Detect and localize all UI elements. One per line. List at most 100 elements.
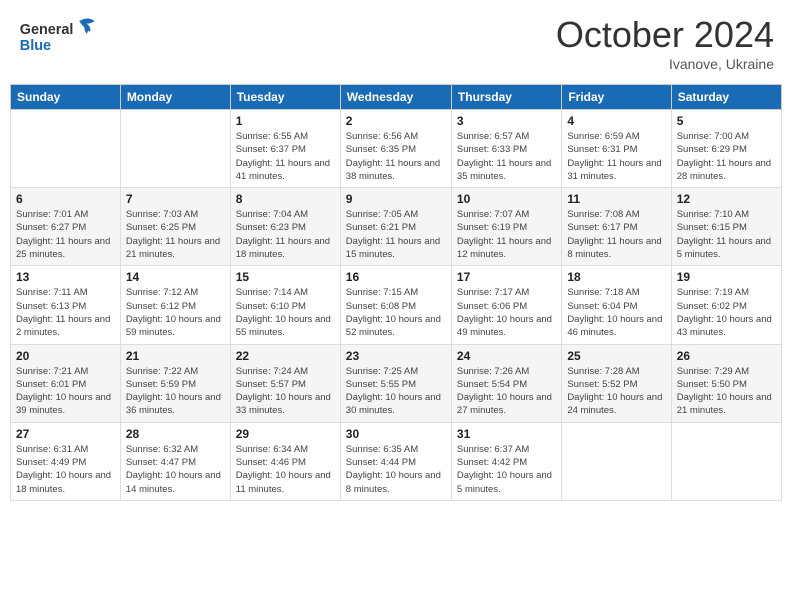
day-info: Sunrise: 6:31 AM Sunset: 4:49 PM Dayligh… — [16, 443, 115, 496]
day-number: 27 — [16, 427, 115, 441]
weekday-tuesday: Tuesday — [230, 85, 340, 110]
day-cell: 2Sunrise: 6:56 AM Sunset: 6:35 PM Daylig… — [340, 110, 451, 188]
day-info: Sunrise: 7:19 AM Sunset: 6:02 PM Dayligh… — [677, 286, 776, 339]
day-info: Sunrise: 7:11 AM Sunset: 6:13 PM Dayligh… — [16, 286, 115, 339]
day-info: Sunrise: 6:35 AM Sunset: 4:44 PM Dayligh… — [346, 443, 446, 496]
day-cell: 22 Sunrise: 7:24 AM Sunset: 5:57 PM Dayli… — [230, 344, 340, 422]
day-info: Sunrise: 7:29 AM Sunset: 5:50 PM Dayligh… — [677, 365, 776, 418]
day-cell: 7Sunrise: 7:03 AM Sunset: 6:25 PM Daylig… — [120, 188, 230, 266]
day-number: 4 — [567, 114, 665, 128]
day-cell: 16 Sunrise: 7:15 AM Sunset: 6:08 PM Dayli… — [340, 266, 451, 344]
day-number: 7 — [126, 192, 225, 206]
day-info: Sunrise: 7:17 AM Sunset: 6:06 PM Dayligh… — [457, 286, 556, 339]
day-info: Sunrise: 6:57 AM Sunset: 6:33 PM Dayligh… — [457, 130, 556, 183]
day-number: 25 — [567, 349, 665, 363]
day-number: 17 — [457, 270, 556, 284]
day-number: 20 — [16, 349, 115, 363]
day-info: Sunrise: 6:55 AM Sunset: 6:37 PM Dayligh… — [236, 130, 335, 183]
weekday-monday: Monday — [120, 85, 230, 110]
day-number: 24 — [457, 349, 556, 363]
day-info: Sunrise: 7:24 AM Sunset: 5:57 PM Dayligh… — [236, 365, 335, 418]
day-info: Sunrise: 6:34 AM Sunset: 4:46 PM Dayligh… — [236, 443, 335, 496]
day-info: Sunrise: 7:10 AM Sunset: 6:15 PM Dayligh… — [677, 208, 776, 261]
svg-text:General: General — [20, 22, 74, 38]
day-number: 2 — [346, 114, 446, 128]
day-number: 5 — [677, 114, 776, 128]
week-row-2: 6Sunrise: 7:01 AM Sunset: 6:27 PM Daylig… — [11, 188, 782, 266]
week-row-5: 27 Sunrise: 6:31 AM Sunset: 4:49 PM Dayli… — [11, 422, 782, 500]
day-number: 14 — [126, 270, 225, 284]
day-info: Sunrise: 7:22 AM Sunset: 5:59 PM Dayligh… — [126, 365, 225, 418]
day-number: 15 — [236, 270, 335, 284]
day-cell: 24 Sunrise: 7:26 AM Sunset: 5:54 PM Dayli… — [451, 344, 561, 422]
day-cell: 12Sunrise: 7:10 AM Sunset: 6:15 PM Dayli… — [671, 188, 781, 266]
day-number: 31 — [457, 427, 556, 441]
day-cell: 27 Sunrise: 6:31 AM Sunset: 4:49 PM Dayli… — [11, 422, 121, 500]
svg-text:Blue: Blue — [20, 38, 51, 54]
day-number: 21 — [126, 349, 225, 363]
calendar-table: SundayMondayTuesdayWednesdayThursdayFrid… — [10, 84, 782, 501]
weekday-sunday: Sunday — [11, 85, 121, 110]
day-cell: 30 Sunrise: 6:35 AM Sunset: 4:44 PM Dayli… — [340, 422, 451, 500]
day-cell: 8 Sunrise: 7:04 AM Sunset: 6:23 PM Daylig… — [230, 188, 340, 266]
day-info: Sunrise: 7:15 AM Sunset: 6:08 PM Dayligh… — [346, 286, 446, 339]
day-cell — [671, 422, 781, 500]
day-cell: 10Sunrise: 7:07 AM Sunset: 6:19 PM Dayli… — [451, 188, 561, 266]
day-number: 16 — [346, 270, 446, 284]
day-info: Sunrise: 7:18 AM Sunset: 6:04 PM Dayligh… — [567, 286, 665, 339]
day-info: Sunrise: 7:00 AM Sunset: 6:29 PM Dayligh… — [677, 130, 776, 183]
day-cell: 21 Sunrise: 7:22 AM Sunset: 5:59 PM Dayli… — [120, 344, 230, 422]
day-cell: 29 Sunrise: 6:34 AM Sunset: 4:46 PM Dayli… — [230, 422, 340, 500]
week-row-1: 1 Sunrise: 6:55 AM Sunset: 6:37 PM Daylig… — [11, 110, 782, 188]
day-number: 6 — [16, 192, 115, 206]
day-cell: 13 Sunrise: 7:11 AM Sunset: 6:13 PM Dayli… — [11, 266, 121, 344]
day-info: Sunrise: 7:05 AM Sunset: 6:21 PM Dayligh… — [346, 208, 446, 261]
calendar-body: 1 Sunrise: 6:55 AM Sunset: 6:37 PM Daylig… — [11, 110, 782, 501]
title-block: October 2024 Ivanove, Ukraine — [556, 14, 774, 72]
day-info: Sunrise: 6:59 AM Sunset: 6:31 PM Dayligh… — [567, 130, 665, 183]
day-number: 30 — [346, 427, 446, 441]
day-cell: 28 Sunrise: 6:32 AM Sunset: 4:47 PM Dayli… — [120, 422, 230, 500]
day-info: Sunrise: 7:08 AM Sunset: 6:17 PM Dayligh… — [567, 208, 665, 261]
weekday-thursday: Thursday — [451, 85, 561, 110]
day-info: Sunrise: 7:14 AM Sunset: 6:10 PM Dayligh… — [236, 286, 335, 339]
day-number: 29 — [236, 427, 335, 441]
day-cell — [562, 422, 671, 500]
day-cell: 26 Sunrise: 7:29 AM Sunset: 5:50 PM Dayli… — [671, 344, 781, 422]
day-cell: 25Sunrise: 7:28 AM Sunset: 5:52 PM Dayli… — [562, 344, 671, 422]
weekday-wednesday: Wednesday — [340, 85, 451, 110]
day-cell: 20 Sunrise: 7:21 AM Sunset: 6:01 PM Dayli… — [11, 344, 121, 422]
day-cell: 4 Sunrise: 6:59 AM Sunset: 6:31 PM Daylig… — [562, 110, 671, 188]
day-cell: 9Sunrise: 7:05 AM Sunset: 6:21 PM Daylig… — [340, 188, 451, 266]
day-info: Sunrise: 7:07 AM Sunset: 6:19 PM Dayligh… — [457, 208, 556, 261]
day-info: Sunrise: 6:32 AM Sunset: 4:47 PM Dayligh… — [126, 443, 225, 496]
weekday-friday: Friday — [562, 85, 671, 110]
day-cell: 6Sunrise: 7:01 AM Sunset: 6:27 PM Daylig… — [11, 188, 121, 266]
day-number: 13 — [16, 270, 115, 284]
day-cell: 31 Sunrise: 6:37 AM Sunset: 4:42 PM Dayli… — [451, 422, 561, 500]
day-cell — [120, 110, 230, 188]
day-info: Sunrise: 7:25 AM Sunset: 5:55 PM Dayligh… — [346, 365, 446, 418]
day-cell: 3Sunrise: 6:57 AM Sunset: 6:33 PM Daylig… — [451, 110, 561, 188]
day-number: 8 — [236, 192, 335, 206]
day-number: 11 — [567, 192, 665, 206]
day-info: Sunrise: 7:04 AM Sunset: 6:23 PM Dayligh… — [236, 208, 335, 261]
day-number: 1 — [236, 114, 335, 128]
day-number: 19 — [677, 270, 776, 284]
day-cell: 5 Sunrise: 7:00 AM Sunset: 6:29 PM Daylig… — [671, 110, 781, 188]
month-title: October 2024 — [556, 14, 774, 56]
day-cell: 15 Sunrise: 7:14 AM Sunset: 6:10 PM Dayli… — [230, 266, 340, 344]
day-number: 28 — [126, 427, 225, 441]
day-cell: 1 Sunrise: 6:55 AM Sunset: 6:37 PM Daylig… — [230, 110, 340, 188]
day-number: 26 — [677, 349, 776, 363]
location-subtitle: Ivanove, Ukraine — [556, 56, 774, 72]
day-number: 22 — [236, 349, 335, 363]
weekday-header-row: SundayMondayTuesdayWednesdayThursdayFrid… — [11, 85, 782, 110]
logo-svg: General Blue — [18, 14, 108, 59]
day-cell: 11 Sunrise: 7:08 AM Sunset: 6:17 PM Dayli… — [562, 188, 671, 266]
day-info: Sunrise: 7:21 AM Sunset: 6:01 PM Dayligh… — [16, 365, 115, 418]
day-cell — [11, 110, 121, 188]
week-row-3: 13 Sunrise: 7:11 AM Sunset: 6:13 PM Dayli… — [11, 266, 782, 344]
day-info: Sunrise: 6:37 AM Sunset: 4:42 PM Dayligh… — [457, 443, 556, 496]
day-info: Sunrise: 7:26 AM Sunset: 5:54 PM Dayligh… — [457, 365, 556, 418]
